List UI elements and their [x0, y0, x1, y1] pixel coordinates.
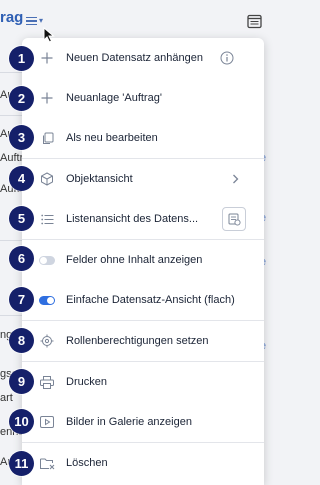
delete-folder-icon	[39, 455, 55, 471]
menu-item-role-permissions[interactable]: Rollenberechtigungen setzen	[22, 321, 264, 361]
menu-item-append-record[interactable]: Neuen Datensatz anhängen	[22, 38, 264, 78]
menu-item-label: Objektansicht	[66, 173, 133, 185]
gallery-icon	[39, 414, 55, 430]
chevron-down-icon: ▾	[39, 16, 44, 25]
menu-item-label: Rollenberechtigungen setzen	[66, 335, 209, 347]
step-badge: 4	[9, 166, 34, 191]
list-item: art	[0, 392, 13, 404]
menu-item-edit-as-new[interactable]: Als neu bearbeiten	[22, 118, 264, 158]
menu-item-label: Neuen Datensatz anhängen	[66, 52, 203, 64]
menu-item-show-empty-fields[interactable]: Felder ohne Inhalt anzeigen	[22, 240, 264, 280]
hamburger-icon	[26, 16, 37, 26]
step-badge: 5	[9, 206, 34, 231]
menu-item-label: Einfache Datensatz-Ansicht (flach)	[66, 294, 235, 306]
menu-item-simple-record-view[interactable]: Einfache Datensatz-Ansicht (flach)	[22, 280, 264, 320]
step-badge: 2	[9, 86, 34, 111]
info-icon[interactable]	[220, 51, 234, 65]
step-badge: 11	[9, 451, 34, 476]
step-badge: 7	[9, 287, 34, 312]
copy-icon	[39, 130, 55, 146]
step-badge: 9	[9, 369, 34, 394]
toggle-on-icon[interactable]	[39, 292, 55, 308]
context-menu: Neuen Datensatz anhängen Neuanlage 'Auft…	[22, 38, 264, 485]
menu-item-list-view[interactable]: Listenansicht des Datens...	[22, 199, 264, 239]
menu-item-object-view[interactable]: Objektansicht	[22, 159, 264, 199]
menu-item-print[interactable]: Drucken	[22, 362, 264, 402]
menu-item-label: Drucken	[66, 376, 107, 388]
plus-icon	[39, 90, 55, 106]
menu-item-label: Als neu bearbeiten	[66, 132, 158, 144]
toggle-off-icon[interactable]	[39, 252, 55, 268]
menu-item-label: Bilder in Galerie anzeigen	[66, 416, 192, 428]
list-export-button[interactable]	[222, 207, 246, 231]
step-badge: 6	[9, 246, 34, 271]
document-view-icon[interactable]	[247, 14, 262, 29]
chevron-right-icon	[233, 174, 239, 184]
menu-item-label: Neuanlage 'Auftrag'	[66, 92, 162, 104]
step-badge: 1	[9, 46, 34, 71]
printer-icon	[39, 374, 55, 390]
plus-icon	[39, 50, 55, 66]
target-icon	[39, 333, 55, 349]
list-export-icon	[228, 213, 241, 226]
step-badge: 10	[9, 409, 34, 434]
menu-item-label: Listenansicht des Datens...	[66, 213, 199, 225]
menu-item-gallery[interactable]: Bilder in Galerie anzeigen	[22, 402, 264, 442]
menu-item-label: Felder ohne Inhalt anzeigen	[66, 254, 203, 266]
cube-icon	[39, 171, 55, 187]
menu-item-label: Löschen	[66, 457, 108, 469]
menu-item-new-order[interactable]: Neuanlage 'Auftrag'	[22, 78, 264, 118]
mouse-cursor-icon	[43, 27, 55, 43]
step-badge: 8	[9, 328, 34, 353]
menu-item-delete[interactable]: Löschen	[22, 443, 264, 483]
page-title: rag	[0, 9, 24, 26]
step-badge: 3	[9, 125, 34, 150]
list-icon	[39, 211, 55, 227]
